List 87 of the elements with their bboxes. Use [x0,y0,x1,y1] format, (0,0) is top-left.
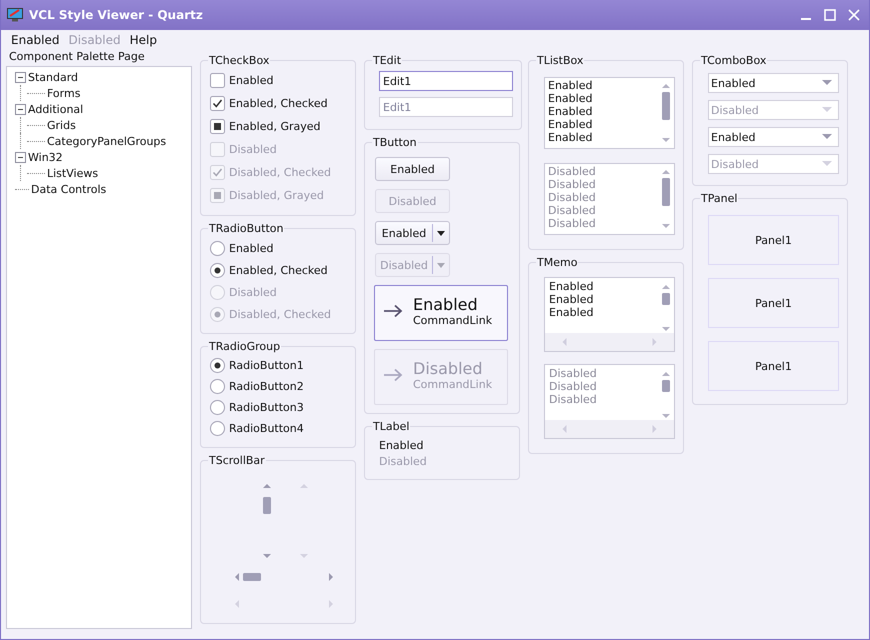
tree-item[interactable]: Additional [28,102,84,116]
tree-item[interactable]: Data Controls [31,182,106,196]
list-item[interactable]: Enabled [548,79,660,92]
group-title: TCheckBox [208,54,270,67]
combo-box[interactable]: Enabled [708,73,839,93]
caret-icon [822,161,832,167]
group-title: TButton [372,136,418,149]
group-title: TMemo [536,256,578,269]
caret-icon [437,262,445,268]
tree-item[interactable]: ListViews [47,166,98,180]
group-title: TRadioGroup [208,340,282,353]
checkbox-label: Enabled [229,74,274,87]
group-title: TLabel [372,420,410,433]
caret-icon [822,80,832,86]
combo-box[interactable]: Enabled [708,127,839,147]
group-title: TEdit [372,54,402,67]
caret-icon [437,230,445,236]
label-text: Disabled [378,455,428,470]
panel-caption: Panel1 [755,234,792,246]
list-item[interactable]: Enabled [548,118,660,131]
list-item[interactable]: Enabled [548,92,660,105]
checkbox[interactable] [210,96,225,111]
memo-line: Disabled [549,380,598,393]
panel-caption: Panel1 [755,296,792,310]
vertical-scrollbar[interactable] [261,483,273,559]
memo-field[interactable]: Enabled Enabled Enabled [544,277,675,352]
horizontal-scrollbar[interactable] [234,571,334,583]
radio-label: Enabled, Checked [229,264,328,276]
collapse-icon[interactable] [15,72,26,82]
checkbox-label: Disabled, Grayed [229,189,324,202]
memo-line: Disabled [549,367,598,380]
tree-item[interactable]: CategoryPanelGroups [47,134,166,148]
text-field[interactable]: Edit1 [379,71,513,91]
list-item[interactable]: Enabled [548,105,660,118]
memo-line: Disabled [549,393,598,406]
radio-button[interactable] [210,358,225,373]
maximize-icon[interactable] [823,8,837,22]
radio-label: Disabled [229,286,277,298]
radio-label: Enabled [229,242,274,254]
checkbox-label: Enabled, Grayed [229,120,320,133]
tree-item[interactable]: Win32 [28,150,63,164]
split-button[interactable]: Enabled [375,221,450,245]
close-icon[interactable] [847,8,861,22]
group-title: TPanel [700,192,738,205]
group-title: TRadioButton [208,222,284,235]
arrow-icon [383,304,403,318]
group-title: TScrollBar [208,454,266,467]
panel-caption: Panel1 [755,360,792,372]
list-box[interactable]: Enabled Enabled Enabled Enabled Enabled [544,77,675,149]
radio-button[interactable] [210,379,225,394]
checkbox-label: Enabled, Checked [229,97,328,110]
horizontal-scrollbar[interactable] [545,333,674,351]
tree-item[interactable]: Standard [28,70,78,84]
checkbox[interactable] [210,119,225,134]
list-item[interactable]: Enabled [548,131,660,144]
menu-item[interactable]: Enabled [11,33,60,47]
radio-button[interactable] [210,262,225,278]
memo-line: Enabled [549,280,594,293]
menu-item[interactable]: Help [130,33,157,47]
radio-button[interactable] [210,421,225,436]
label-text: Enabled [378,439,424,454]
tree-item[interactable]: Forms [47,86,80,100]
window-title: VCL Style Viewer - Quartz [29,8,204,22]
radio-label: RadioButton1 [229,359,304,372]
radio-label: RadioButton3 [229,401,304,414]
collapse-icon[interactable] [15,152,26,162]
radio-button[interactable] [210,240,225,256]
memo-line: Enabled [549,306,594,319]
arrow-icon [383,368,403,382]
radio-label: RadioButton2 [229,380,304,393]
command-link-button[interactable]: Enabled CommandLink [374,285,508,341]
collapse-icon[interactable] [15,104,26,114]
caret-icon [822,134,832,140]
radio-label: Disabled, Checked [229,308,331,320]
palette-label: Component Palette Page [8,49,146,65]
checkbox-label: Disabled [229,143,277,156]
radio-label: RadioButton4 [229,422,304,435]
group-title: TListBox [536,54,584,67]
tree-item[interactable]: Grids [47,118,76,132]
radio-button[interactable] [210,400,225,415]
caret-icon [822,107,832,113]
push-button[interactable]: Enabled [375,157,450,181]
memo-line: Enabled [549,293,594,306]
checkbox[interactable] [210,73,225,88]
monitor-icon [7,8,23,22]
checkbox-label: Disabled, Checked [229,166,331,179]
group-title: TComboBox [700,54,768,67]
